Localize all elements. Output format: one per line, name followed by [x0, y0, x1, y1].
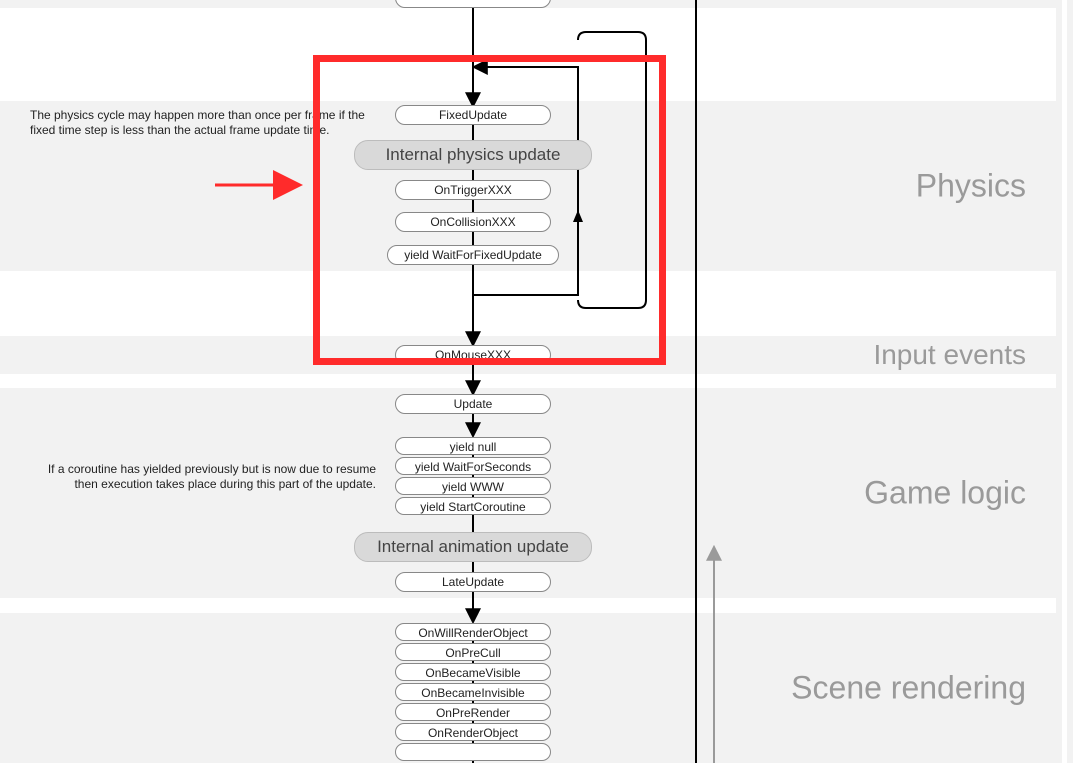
node-yield-null: yield null: [395, 437, 551, 455]
node-on-collision: OnCollisionXXX: [395, 212, 551, 232]
node-yield-www: yield WWW: [395, 477, 551, 495]
node-on-mouse: OnMouseXXX: [395, 345, 551, 365]
node-on-became-visible: OnBecameVisible: [395, 663, 551, 681]
node-internal-physics: Internal physics update: [354, 140, 592, 170]
node-yield-sc: yield StartCoroutine: [395, 497, 551, 515]
right-vband-1: [1056, 0, 1062, 763]
node-on-prerender: OnPreRender: [395, 703, 551, 721]
node-yield-wait-fixed: yield WaitForFixedUpdate: [387, 245, 559, 265]
node-on-trigger: OnTriggerXXX: [395, 180, 551, 200]
node-internal-anim: Internal animation update: [354, 532, 592, 562]
node-on-render-object: OnRenderObject: [395, 723, 551, 741]
node-on-precull: OnPreCull: [395, 643, 551, 661]
node-scene-more: [395, 743, 551, 761]
node-late-update: LateUpdate: [395, 572, 551, 592]
section-label-scene: Scene rendering: [791, 670, 1026, 707]
section-label-physics: Physics: [916, 168, 1026, 205]
node-update: Update: [395, 394, 551, 414]
section-label-input: Input events: [873, 339, 1026, 371]
right-vband-2: [1067, 0, 1073, 763]
caption-physics: The physics cycle may happen more than o…: [30, 108, 375, 138]
node-on-became-invisible: OnBecameInvisible: [395, 683, 551, 701]
node-yield-wfs: yield WaitForSeconds: [395, 457, 551, 475]
node-on-will-render: OnWillRenderObject: [395, 623, 551, 641]
node-fixed-update: FixedUpdate: [395, 105, 551, 125]
node-top-partial: [395, 0, 551, 8]
section-label-game: Game logic: [864, 475, 1026, 512]
caption-coroutine: If a coroutine has yielded previously bu…: [36, 462, 376, 492]
